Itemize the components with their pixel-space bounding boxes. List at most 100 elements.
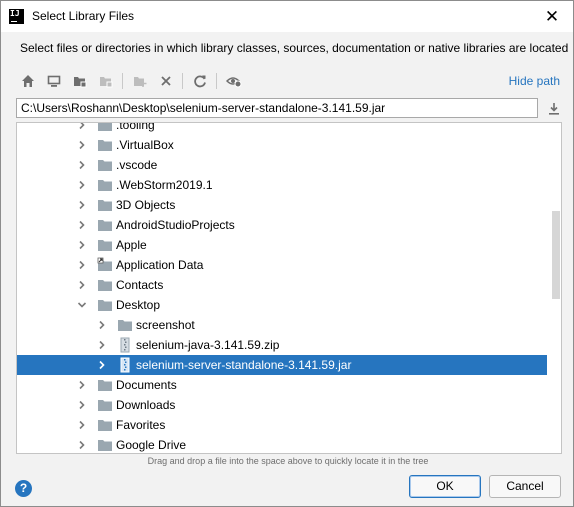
tree-row-label: AndroidStudioProjects bbox=[116, 218, 235, 232]
project-button[interactable] bbox=[68, 69, 92, 93]
delete-icon bbox=[161, 76, 171, 86]
tree-row[interactable]: .tooling bbox=[17, 122, 547, 135]
tree-row-label: .VirtualBox bbox=[116, 138, 174, 152]
tree-row-label: .tooling bbox=[116, 122, 155, 132]
close-button[interactable]: ✕ bbox=[531, 1, 573, 32]
refresh-button[interactable] bbox=[188, 69, 212, 93]
title-bar[interactable]: IJ Select Library Files ✕ bbox=[1, 1, 573, 32]
chevron-right-icon[interactable] bbox=[77, 160, 87, 170]
chevron-right-icon[interactable] bbox=[77, 420, 87, 430]
refresh-icon bbox=[194, 75, 206, 88]
toolbar: Hide path bbox=[16, 69, 560, 93]
chevron-right-icon[interactable] bbox=[77, 280, 87, 290]
tree-row[interactable]: .VirtualBox bbox=[17, 135, 547, 155]
tree-row-label: Favorites bbox=[116, 418, 166, 432]
folder-icon bbox=[98, 180, 112, 191]
archive-file-icon bbox=[120, 357, 130, 373]
new-folder-icon bbox=[134, 77, 147, 87]
tree-row[interactable]: Apple bbox=[17, 235, 547, 255]
tree-row-label: Google Drive bbox=[116, 438, 187, 452]
chevron-right-icon[interactable] bbox=[77, 220, 87, 230]
chevron-right-icon[interactable] bbox=[77, 440, 87, 450]
tree-row[interactable]: .WebStorm2019.1 bbox=[17, 175, 547, 195]
tree-row[interactable]: AndroidStudioProjects bbox=[17, 215, 547, 235]
tree-row[interactable]: Application Data bbox=[17, 255, 547, 275]
chevron-right-icon[interactable] bbox=[77, 380, 87, 390]
hide-path-link[interactable]: Hide path bbox=[509, 74, 560, 88]
tree-row-label: .vscode bbox=[116, 158, 158, 172]
tree-row-label: Apple bbox=[116, 238, 147, 252]
home-button[interactable] bbox=[16, 69, 40, 93]
dialog-window: IJ Select Library Files ✕ Select files o… bbox=[0, 0, 574, 507]
chevron-right-icon[interactable] bbox=[97, 320, 107, 330]
folder-icon bbox=[98, 160, 112, 171]
tree-row-label: Documents bbox=[116, 378, 177, 392]
tree-row-label: Contacts bbox=[116, 278, 164, 292]
chevron-right-icon[interactable] bbox=[77, 200, 87, 210]
file-tree[interactable]: Google Drive Favorites Downloads Documents s… bbox=[16, 122, 562, 454]
folder-icon bbox=[98, 240, 112, 251]
folder-icon bbox=[98, 420, 112, 431]
tree-row-label: selenium-java-3.141.59.zip bbox=[136, 338, 280, 352]
folder-link-icon bbox=[97, 257, 112, 271]
tree-row[interactable]: selenium-java-3.141.59.zip bbox=[17, 335, 547, 355]
module-folder-icon bbox=[100, 77, 113, 88]
ok-button[interactable]: OK bbox=[409, 475, 481, 498]
tree-row[interactable]: Google Drive bbox=[17, 435, 547, 453]
tree-row[interactable]: 3D Objects bbox=[17, 195, 547, 215]
folder-icon bbox=[98, 300, 112, 311]
folder-icon bbox=[118, 320, 132, 331]
folder-icon bbox=[98, 380, 112, 391]
toolbar-separator bbox=[182, 73, 183, 89]
drag-drop-hint: Drag and drop a file into the space abov… bbox=[147, 456, 429, 466]
intellij-app-icon: IJ bbox=[9, 9, 24, 24]
download-button[interactable] bbox=[544, 98, 564, 118]
tree-row[interactable]: Desktop bbox=[17, 295, 547, 315]
tree-row-label: Desktop bbox=[116, 298, 161, 312]
toolbar-separator bbox=[122, 73, 123, 89]
folder-icon bbox=[98, 440, 112, 451]
tree-row[interactable]: Contacts bbox=[17, 275, 547, 295]
archive-file-icon bbox=[120, 337, 130, 353]
chevron-right-icon[interactable] bbox=[77, 122, 87, 130]
tree-row-label: .WebStorm2019.1 bbox=[116, 178, 213, 192]
chevron-right-icon[interactable] bbox=[77, 240, 87, 250]
chevron-right-icon[interactable] bbox=[97, 360, 107, 370]
tree-scrollbar-thumb[interactable] bbox=[552, 211, 560, 299]
help-button[interactable]: ? bbox=[15, 480, 32, 497]
show-hidden-button[interactable] bbox=[222, 69, 246, 93]
tree-row[interactable]: Documents bbox=[17, 375, 547, 395]
folder-icon bbox=[98, 220, 112, 231]
folder-icon bbox=[98, 123, 112, 131]
folder-icon bbox=[98, 400, 112, 411]
tree-row[interactable]: Downloads bbox=[17, 395, 547, 415]
show-hidden-icon bbox=[226, 77, 242, 88]
chevron-right-icon[interactable] bbox=[77, 260, 87, 270]
tree-row[interactable]: Favorites bbox=[17, 415, 547, 435]
chevron-right-icon[interactable] bbox=[77, 180, 87, 190]
tree-row[interactable]: selenium-server-standalone-3.141.59.jar bbox=[17, 355, 547, 375]
chevron-right-icon[interactable] bbox=[77, 140, 87, 150]
download-icon bbox=[549, 102, 559, 115]
desktop-icon bbox=[47, 75, 61, 87]
chevron-right-icon[interactable] bbox=[97, 340, 107, 350]
path-input[interactable]: C:\Users\Roshann\Desktop\selenium-server… bbox=[16, 98, 538, 118]
desktop-button[interactable] bbox=[42, 69, 66, 93]
folder-icon bbox=[98, 140, 112, 151]
tree-row-label: selenium-server-standalone-3.141.59.jar bbox=[136, 358, 352, 372]
instruction-text: Select files or directories in which lib… bbox=[20, 41, 569, 55]
tree-row[interactable]: screenshot bbox=[17, 315, 547, 335]
module-button[interactable] bbox=[94, 69, 118, 93]
new-folder-button[interactable] bbox=[128, 69, 152, 93]
folder-icon bbox=[98, 200, 112, 211]
delete-button[interactable] bbox=[154, 69, 178, 93]
tree-row[interactable]: .vscode bbox=[17, 155, 547, 175]
home-icon bbox=[22, 75, 34, 87]
tree-row-label: 3D Objects bbox=[116, 198, 176, 212]
chevron-right-icon[interactable] bbox=[77, 400, 87, 410]
cancel-button[interactable]: Cancel bbox=[489, 475, 561, 498]
tree-row-label: Downloads bbox=[116, 398, 176, 412]
folder-icon bbox=[98, 280, 112, 291]
tree-row-label: Application Data bbox=[116, 258, 204, 272]
chevron-down-icon[interactable] bbox=[77, 300, 87, 310]
